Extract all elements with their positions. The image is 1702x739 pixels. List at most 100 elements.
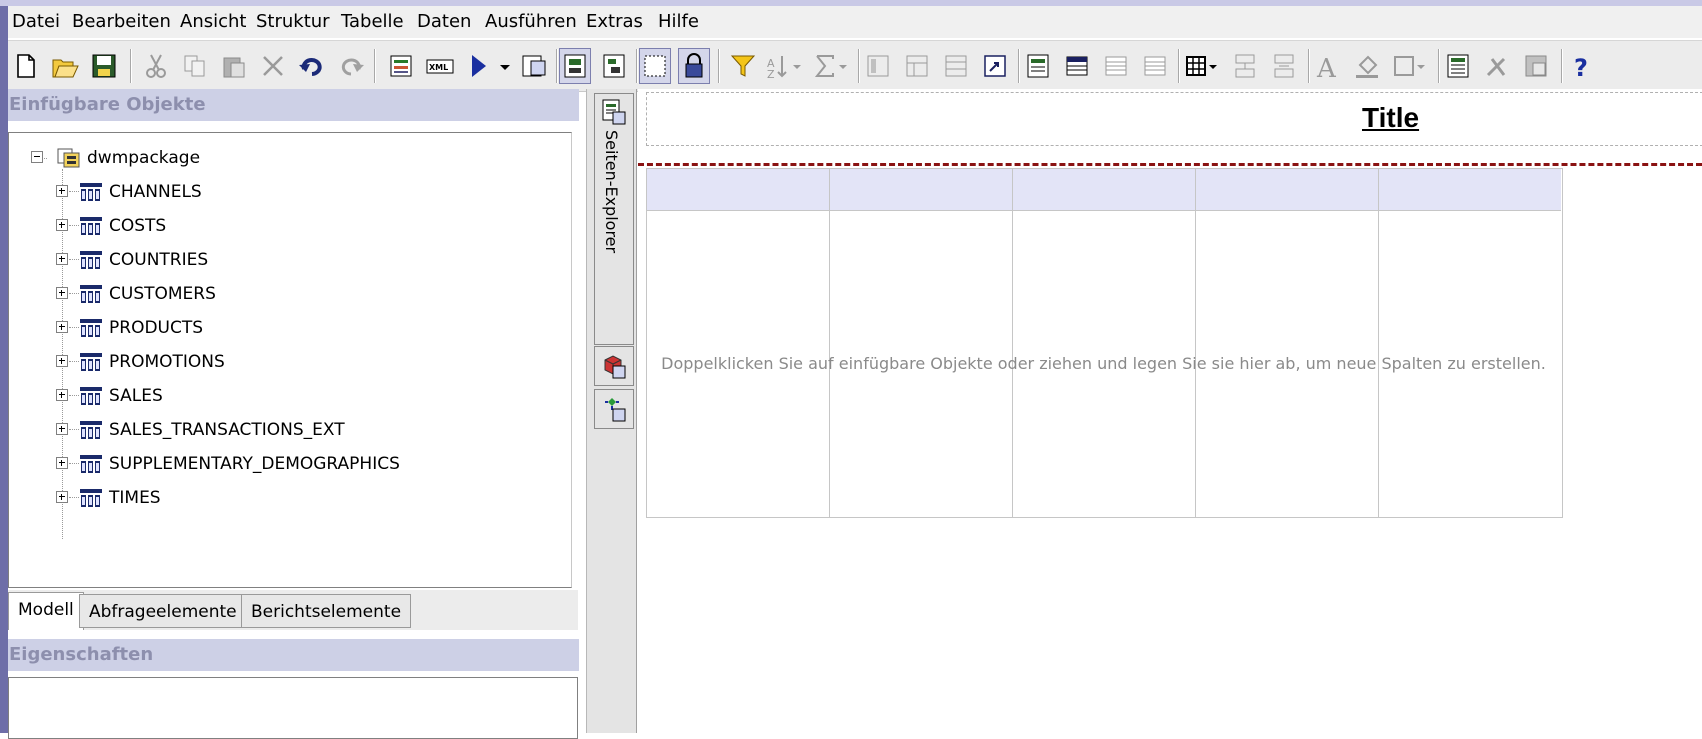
svg-text:A: A: [1316, 54, 1337, 81]
package-icon: [57, 148, 80, 168]
menu-extras[interactable]: Extras: [584, 11, 645, 32]
layout-icon[interactable]: [559, 48, 591, 84]
expand-icon[interactable]: [56, 355, 68, 367]
expand-icon[interactable]: [56, 287, 68, 299]
body-icon[interactable]: [1101, 51, 1131, 81]
menu-daten[interactable]: Daten: [415, 11, 473, 32]
list-icon[interactable]: [1023, 51, 1053, 81]
lock-icon[interactable]: [678, 48, 710, 84]
list-column[interactable]: [1013, 169, 1196, 517]
merge-icon[interactable]: [1230, 51, 1260, 81]
sort-icon[interactable]: AZ: [765, 51, 807, 81]
expand-icon[interactable]: [56, 389, 68, 401]
svg-text:?: ?: [1574, 54, 1588, 81]
open-folder-icon[interactable]: [50, 51, 80, 81]
tools-icon[interactable]: [1482, 51, 1512, 81]
xml-icon[interactable]: XML: [425, 51, 455, 81]
sum-icon[interactable]: [811, 51, 853, 81]
list-column-header[interactable]: [1379, 169, 1561, 211]
list-placeholder[interactable]: [646, 168, 1563, 518]
filter-icon[interactable]: [728, 51, 758, 81]
condition-explorer-button[interactable]: [594, 389, 634, 429]
table-icon[interactable]: [1183, 51, 1223, 81]
cut-icon[interactable]: [141, 51, 171, 81]
query-explorer-button[interactable]: [594, 346, 634, 386]
query-subject-icon: [80, 183, 102, 201]
page-explorer-label: Seiten-Explorer: [602, 130, 621, 254]
delete-icon[interactable]: [258, 51, 288, 81]
query-subject-icon: [80, 217, 102, 235]
condition-icon: [605, 398, 626, 422]
section-icon[interactable]: [941, 51, 971, 81]
list-column-header[interactable]: [1196, 169, 1378, 211]
tree-item-label: SUPPLEMENTARY_DEMOGRAPHICS: [109, 454, 400, 474]
expand-icon[interactable]: [56, 321, 68, 333]
footer-icon[interactable]: [1140, 51, 1170, 81]
page-header-divider: [638, 163, 1702, 166]
title-area[interactable]: [646, 92, 1702, 146]
query-subject-icon: [80, 353, 102, 371]
report-icon[interactable]: [386, 51, 416, 81]
select-icon[interactable]: [639, 48, 671, 84]
run-icon[interactable]: [464, 51, 494, 81]
desktop-edge: [0, 0, 8, 733]
expand-icon[interactable]: [56, 219, 68, 231]
undo-icon[interactable]: [297, 51, 327, 81]
view-icon[interactable]: [519, 51, 549, 81]
expand-icon[interactable]: [56, 457, 68, 469]
align-icon[interactable]: [863, 51, 893, 81]
properties-header: Eigenschaften: [8, 639, 579, 671]
list-column-header[interactable]: [1013, 169, 1195, 211]
menu-tabelle[interactable]: Tabelle: [339, 11, 406, 32]
save-icon[interactable]: [89, 51, 119, 81]
list-column[interactable]: [1379, 169, 1561, 517]
pivot-icon[interactable]: [980, 51, 1010, 81]
properties-icon[interactable]: [1443, 51, 1473, 81]
redo-icon[interactable]: [336, 51, 366, 81]
new-file-icon[interactable]: [11, 51, 41, 81]
query-subject-icon: [80, 455, 102, 473]
tab-abfrageelemente[interactable]: Abfrageelemente: [79, 594, 247, 628]
tab-berichtselemente[interactable]: Berichtselemente: [241, 594, 412, 628]
collapse-icon[interactable]: [31, 151, 43, 163]
run-dropdown-icon[interactable]: [496, 51, 514, 81]
fill-icon[interactable]: [1352, 51, 1382, 81]
list-column[interactable]: [647, 169, 830, 517]
tree-item-label: PRODUCTS: [109, 318, 204, 338]
font-icon[interactable]: A: [1313, 51, 1343, 81]
list-column[interactable]: [830, 169, 1013, 517]
report-title[interactable]: Title: [1362, 102, 1419, 134]
help-icon[interactable]: ?: [1568, 51, 1594, 81]
menu-struktur[interactable]: Struktur: [254, 11, 332, 32]
tab-modell[interactable]: Modell: [8, 592, 84, 630]
list-column-header[interactable]: [830, 169, 1012, 211]
expand-icon[interactable]: [56, 253, 68, 265]
calc-icon[interactable]: [1521, 51, 1551, 81]
tree-item-label: SALES_TRANSACTIONS_EXT: [109, 420, 345, 440]
query-cube-icon: [604, 355, 626, 379]
insertable-objects-tree: dwmpackage CHANNELS COSTS COUNTRIES CUSTOME…: [8, 132, 572, 588]
border-icon[interactable]: [1391, 51, 1431, 81]
structure-icon[interactable]: [599, 51, 629, 81]
menu-ansicht[interactable]: Ansicht: [178, 11, 248, 32]
list-column[interactable]: [1196, 169, 1379, 517]
header-icon[interactable]: [1062, 51, 1092, 81]
drop-hint: Doppelklicken Sie auf einfügbare Objekte…: [661, 354, 1546, 373]
query-subject-icon: [80, 421, 102, 439]
insertable-objects-header: Einfügbare Objekte: [8, 89, 579, 121]
expand-icon[interactable]: [56, 423, 68, 435]
paste-icon[interactable]: [219, 51, 249, 81]
svg-text:Z: Z: [767, 68, 775, 81]
properties-box: [8, 677, 578, 739]
expand-icon[interactable]: [56, 491, 68, 503]
menu-bearbeiten[interactable]: Bearbeiten: [70, 11, 173, 32]
menu-ausfuehren[interactable]: Ausführen: [483, 11, 579, 32]
split-icon[interactable]: [1269, 51, 1299, 81]
list-column-header[interactable]: [647, 169, 829, 211]
group-icon[interactable]: [902, 51, 932, 81]
menu-datei[interactable]: Datei: [10, 11, 62, 32]
query-subject-icon: [80, 251, 102, 269]
expand-icon[interactable]: [56, 185, 68, 197]
menu-hilfe[interactable]: Hilfe: [656, 11, 701, 32]
copy-icon[interactable]: [180, 51, 210, 81]
